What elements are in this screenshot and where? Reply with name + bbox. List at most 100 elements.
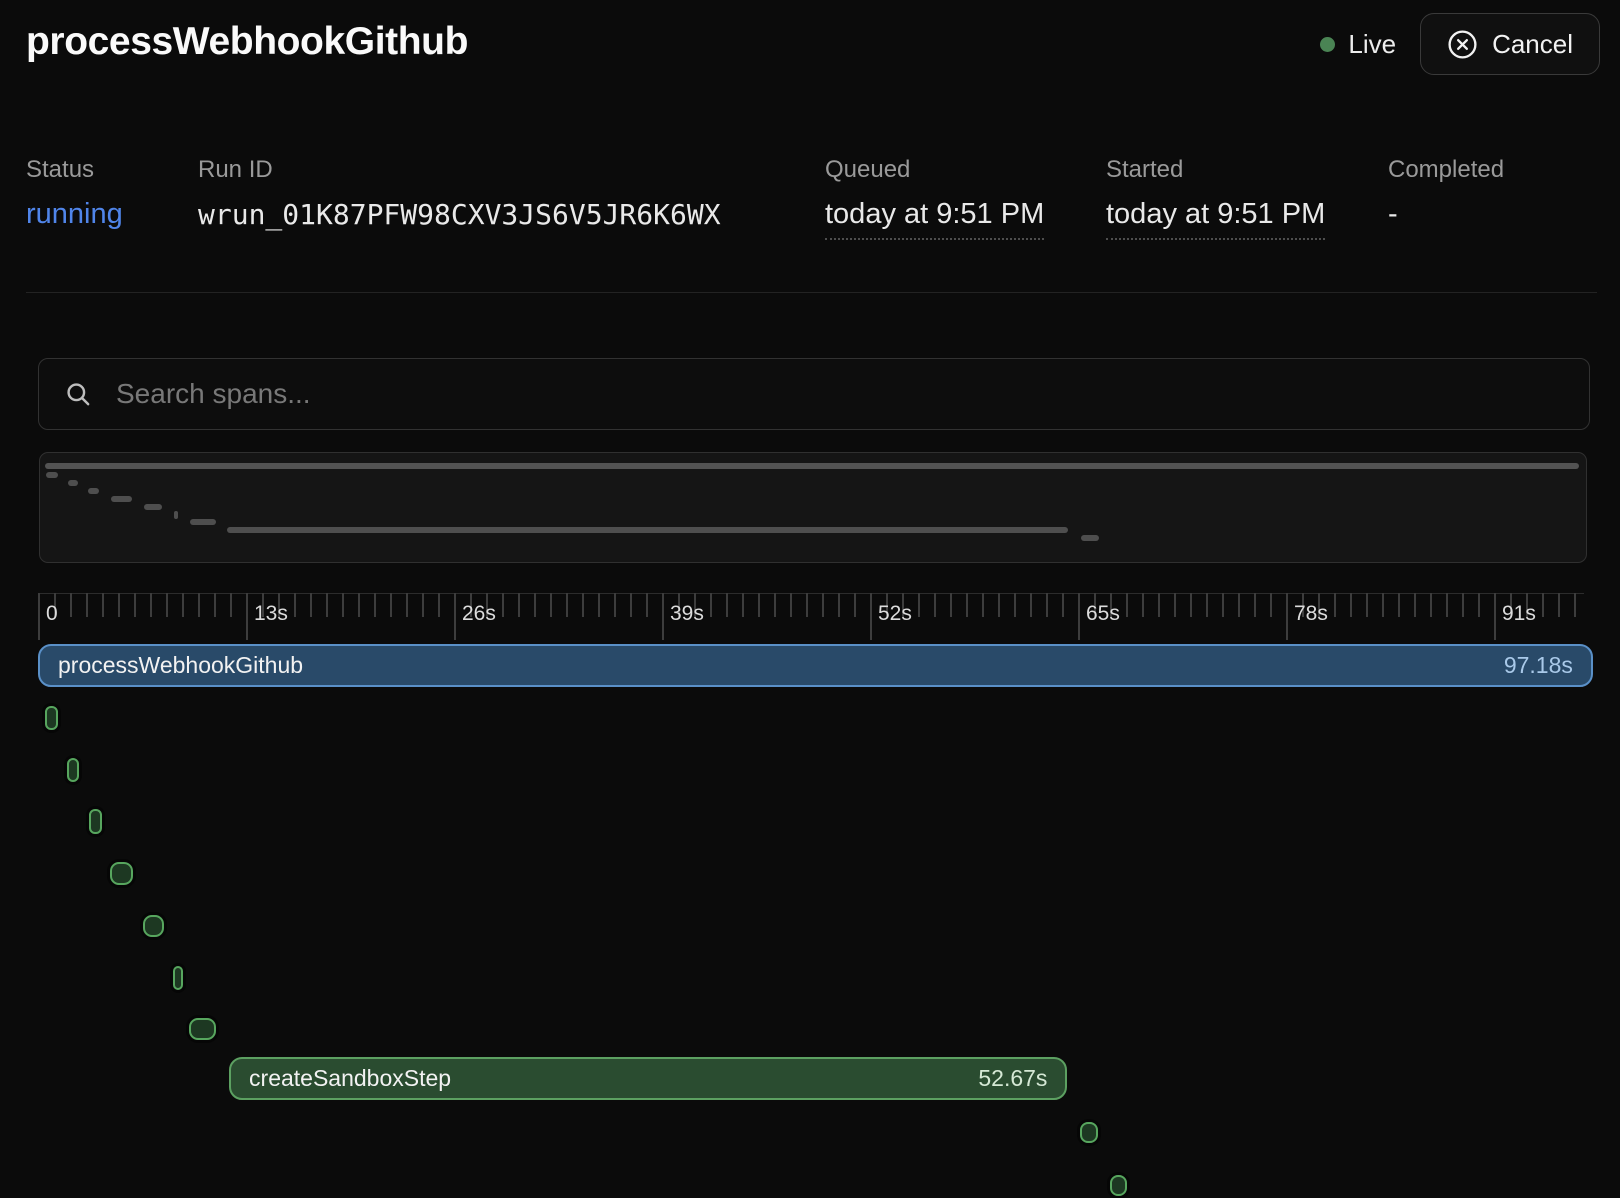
ruler-minor-tick [1190, 593, 1192, 617]
span-dot-step-3[interactable] [89, 809, 102, 834]
section-divider [26, 292, 1597, 293]
ruler-minor-tick [566, 593, 568, 617]
status-value: running [26, 198, 123, 231]
span-name-label: processWebhookGithub [58, 652, 303, 679]
ruler-minor-tick [230, 593, 232, 617]
ruler-minor-tick [726, 593, 728, 617]
live-label: Live [1348, 29, 1396, 60]
ruler-minor-tick [1414, 593, 1416, 617]
ruler-minor-tick [118, 593, 120, 617]
ruler-minor-tick [342, 593, 344, 617]
cancel-button[interactable]: Cancel [1420, 13, 1600, 75]
trace-minimap[interactable] [39, 452, 1587, 563]
ruler-tick-label: 78s [1294, 602, 1328, 626]
span-duration-label: 97.18s [1504, 652, 1573, 679]
ruler-major-tick [1286, 593, 1288, 640]
ruler-minor-tick [1334, 593, 1336, 617]
ruler-minor-tick [1574, 593, 1576, 617]
ruler-minor-tick [758, 593, 760, 617]
ruler-tick-label: 26s [462, 602, 496, 626]
span-dot-step-4[interactable] [110, 862, 133, 885]
ruler-minor-tick [1366, 593, 1368, 617]
ruler-minor-tick [1126, 593, 1128, 617]
span-dot-step-5[interactable] [143, 915, 164, 937]
span-name-label: createSandboxStep [249, 1065, 451, 1092]
ruler-minor-tick [934, 593, 936, 617]
ruler-minor-tick [438, 593, 440, 617]
ruler-minor-tick [1238, 593, 1240, 617]
queued-label: Queued [825, 156, 910, 184]
started-value[interactable]: today at 9:51 PM [1106, 198, 1325, 240]
completed-label: Completed [1388, 156, 1504, 184]
span-dot-step-1[interactable] [45, 706, 58, 730]
ruler-minor-tick [790, 593, 792, 617]
ruler-minor-tick [518, 593, 520, 617]
minimap-span-bar [174, 511, 178, 519]
search-spans-box [38, 358, 1590, 430]
ruler-minor-tick [198, 593, 200, 617]
ruler-major-tick [1078, 593, 1080, 640]
run-id-label: Run ID [198, 156, 273, 184]
circle-x-icon [1447, 29, 1478, 60]
ruler-minor-tick [1014, 593, 1016, 617]
ruler-minor-tick [646, 593, 648, 617]
ruler-minor-tick [1030, 593, 1032, 617]
ruler-minor-tick [550, 593, 552, 617]
ruler-minor-tick [998, 593, 1000, 617]
ruler-minor-tick [774, 593, 776, 617]
ruler-tick-label: 65s [1086, 602, 1120, 626]
ruler-minor-tick [1046, 593, 1048, 617]
ruler-minor-tick [822, 593, 824, 617]
ruler-minor-tick [1558, 593, 1560, 617]
ruler-minor-tick [838, 593, 840, 617]
ruler-minor-tick [1462, 593, 1464, 617]
ruler-minor-tick [1350, 593, 1352, 617]
ruler-minor-tick [1254, 593, 1256, 617]
ruler-minor-tick [326, 593, 328, 617]
ruler-minor-tick [534, 593, 536, 617]
ruler-tick-label: 13s [254, 602, 288, 626]
ruler-minor-tick [918, 593, 920, 617]
span-duration-label: 52.67s [978, 1065, 1047, 1092]
minimap-span-bar [111, 496, 132, 502]
workflow-run-page: processWebhookGithub Live Cancel Status … [0, 0, 1620, 1198]
ruler-tick-label: 0 [46, 602, 58, 626]
ruler-minor-tick [150, 593, 152, 617]
ruler-minor-tick [86, 593, 88, 617]
ruler-minor-tick [582, 593, 584, 617]
ruler-baseline [38, 593, 1584, 594]
ruler-major-tick [870, 593, 872, 640]
ruler-minor-tick [406, 593, 408, 617]
ruler-tick-label: 91s [1502, 602, 1536, 626]
minimap-root-bar [45, 463, 1579, 469]
ruler-minor-tick [1142, 593, 1144, 617]
ruler-minor-tick [1382, 593, 1384, 617]
span-dot-step-7[interactable] [189, 1018, 216, 1040]
ruler-minor-tick [294, 593, 296, 617]
ruler-minor-tick [806, 593, 808, 617]
minimap-span-bar [88, 488, 99, 494]
ruler-major-tick [1494, 593, 1496, 640]
ruler-minor-tick [422, 593, 424, 617]
span-bar-createSandboxStep[interactable]: createSandboxStep 52.67s [229, 1057, 1067, 1100]
span-dot-step-9[interactable] [1110, 1175, 1127, 1196]
minimap-span-bar [68, 480, 78, 486]
ruler-minor-tick [182, 593, 184, 617]
span-dot-step-8[interactable] [1080, 1122, 1098, 1143]
ruler-minor-tick [598, 593, 600, 617]
ruler-tick-label: 39s [670, 602, 704, 626]
ruler-minor-tick [1478, 593, 1480, 617]
ruler-minor-tick [1446, 593, 1448, 617]
run-id-value: wrun_01K87PFW98CXV3JS6V5JR6K6WX [198, 198, 721, 231]
ruler-minor-tick [502, 593, 504, 617]
queued-value[interactable]: today at 9:51 PM [825, 198, 1044, 240]
ruler-minor-tick [1206, 593, 1208, 617]
ruler-minor-tick [854, 593, 856, 617]
span-bar-processWebhookGithub[interactable]: processWebhookGithub 97.18s [38, 644, 1593, 687]
search-spans-input[interactable] [114, 377, 1564, 411]
search-icon [64, 380, 93, 409]
span-dot-step-2[interactable] [67, 758, 79, 782]
live-indicator: Live [1320, 29, 1396, 60]
span-dot-step-6[interactable] [173, 966, 183, 990]
ruler-tick-label: 52s [878, 602, 912, 626]
